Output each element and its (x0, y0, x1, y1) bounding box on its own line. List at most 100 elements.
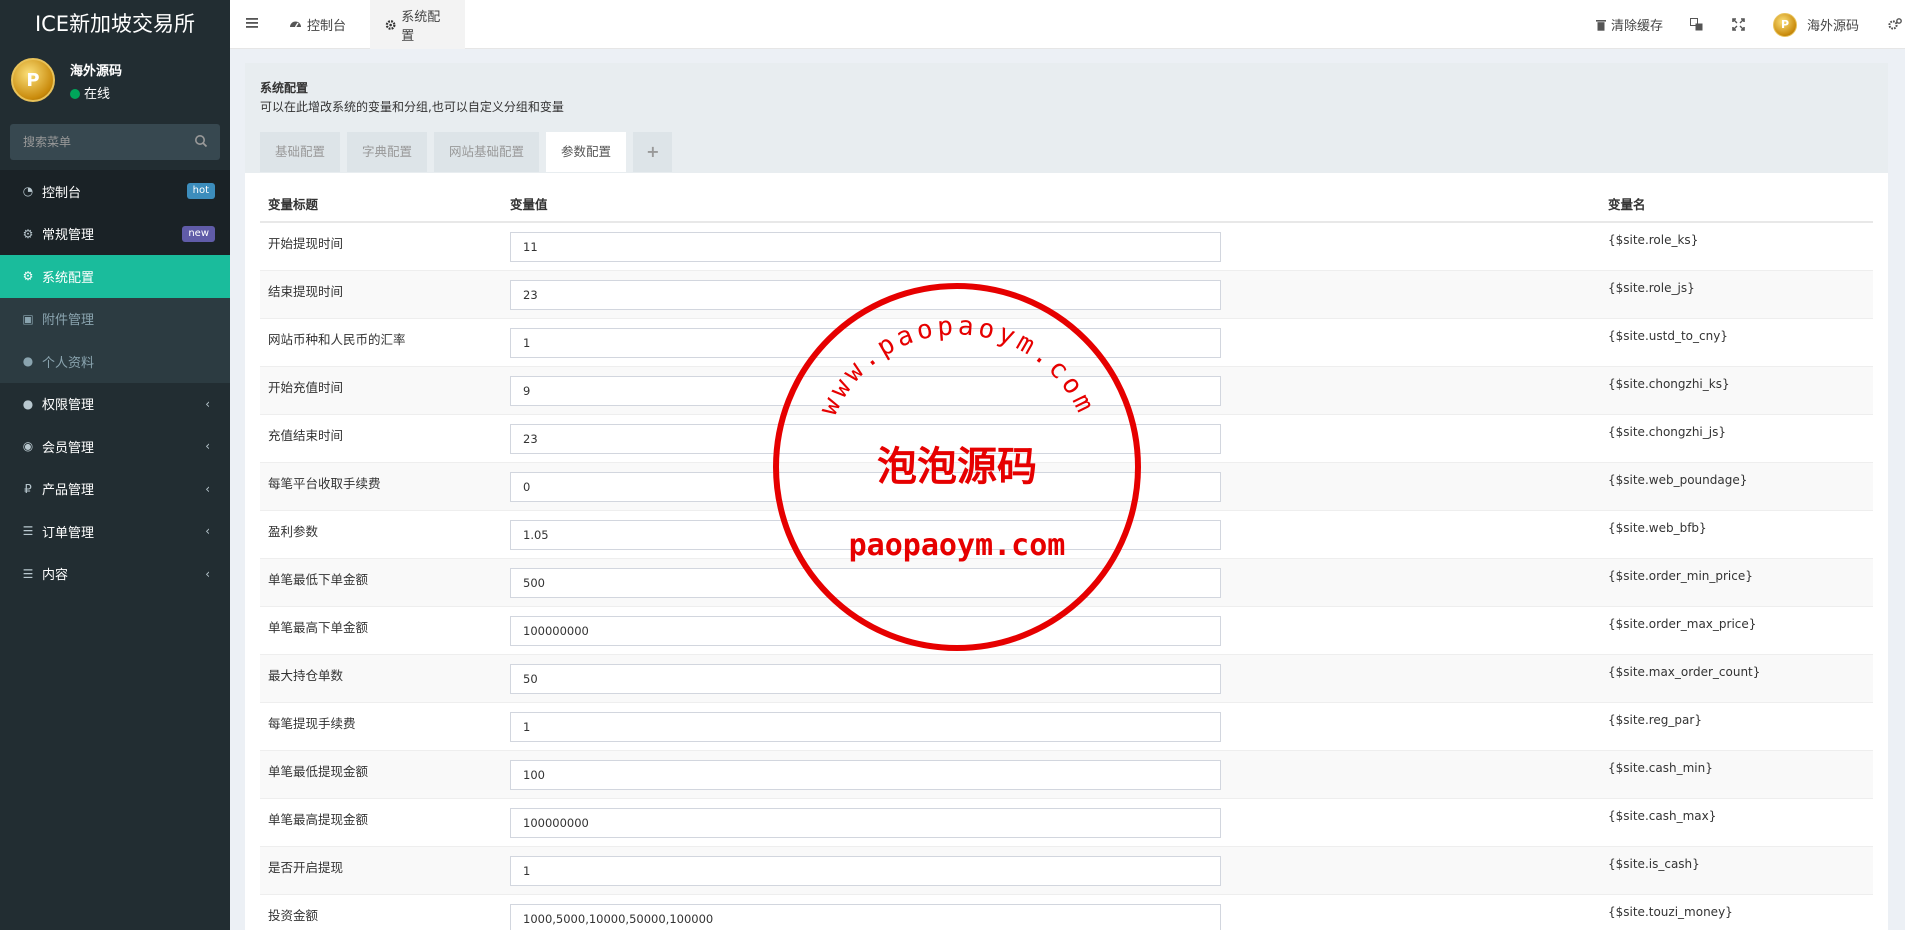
variable-key: {$site.order_max_price} (1600, 605, 1873, 654)
variable-key: {$site.cash_min} (1600, 749, 1873, 798)
variable-title: 是否开启提现 (260, 845, 502, 894)
variable-key: {$site.role_js} (1600, 269, 1873, 318)
hot-badge: hot (186, 183, 215, 199)
variable-value-input[interactable] (510, 375, 1221, 406)
panel-title: 系统配置 (260, 81, 309, 95)
variable-value-cell (502, 365, 1600, 414)
menu-search (10, 124, 220, 160)
sidebar-item-members[interactable]: ◉ 会员管理 ‹ (0, 425, 230, 468)
user-status: 在线 (70, 83, 110, 102)
table-row: 单笔最低下单金额 {$site.order_min_price} (260, 557, 1873, 606)
variable-value-cell (502, 605, 1600, 654)
sidebar-item-dashboard[interactable]: ◔ 控制台 hot (0, 170, 230, 213)
chevron-left-icon: ‹ (205, 439, 210, 453)
variable-title: 单笔最低提现金额 (260, 749, 502, 798)
variable-value-input[interactable] (510, 327, 1221, 358)
variable-value-input[interactable] (510, 807, 1221, 838)
sidebar-item-content[interactable]: ☰ 内容 ‹ (0, 553, 230, 596)
variable-value-input[interactable] (510, 279, 1221, 310)
variable-title: 充值结束时间 (260, 413, 502, 462)
top-navbar: 控制台 系统配置 清除缓存 P 海外源码 (230, 0, 1905, 49)
list-icon: ☰ (22, 524, 34, 539)
variable-title: 最大持仓单数 (260, 653, 502, 702)
variable-key: {$site.is_cash} (1600, 845, 1873, 894)
sidebar-item-label: 会员管理 (42, 440, 95, 456)
tab-param-config[interactable]: 参数配置 (546, 132, 627, 172)
config-panel: 系统配置 可以在此增改系统的变量和分组,也可以自定义分组和变量 基础配置 字典配… (245, 63, 1888, 930)
menu-search-input[interactable] (10, 124, 180, 160)
variable-value-cell (502, 221, 1600, 270)
settings-button[interactable] (1888, 0, 1905, 49)
sidebar-item-label: 个人资料 (42, 355, 95, 371)
chevron-left-icon: ‹ (205, 481, 210, 496)
variable-value-input[interactable] (510, 519, 1221, 550)
variable-value-cell (502, 413, 1600, 462)
image-icon: ▣ (22, 311, 34, 326)
variable-value-cell (502, 509, 1600, 558)
variable-value-input[interactable] (510, 471, 1221, 502)
variable-value-input[interactable] (510, 903, 1221, 930)
variable-key: {$site.touzi_money} (1600, 893, 1873, 930)
language-icon (1690, 18, 1703, 31)
sidebar: ICE新加坡交易所 P 海外源码 在线 ◔ 控制台 hot ⚙ 常规管理 new… (0, 0, 230, 930)
menu-toggle-icon[interactable] (246, 17, 258, 29)
avatar: P (1773, 12, 1797, 37)
add-tab-button[interactable]: + (633, 132, 673, 172)
table-row: 单笔最高提现金额 {$site.cash_max} (260, 797, 1873, 846)
variable-value-input[interactable] (510, 567, 1221, 598)
variable-value-input[interactable] (510, 615, 1221, 646)
tab-site-config[interactable]: 网站基础配置 (434, 132, 540, 172)
variable-value-cell (502, 701, 1600, 750)
user-menu[interactable]: P 海外源码 (1773, 0, 1859, 49)
variable-value-input[interactable] (510, 232, 1221, 262)
sidebar-item-label: 内容 (42, 568, 69, 584)
cogs-icon: ⚙ (22, 226, 34, 241)
table-row: 盈利参数 {$site.web_bfb} (260, 509, 1873, 558)
table-row: 每笔平台收取手续费 {$site.web_poundage} (260, 461, 1873, 510)
gear-icon (385, 19, 396, 30)
variable-title: 单笔最高下单金额 (260, 605, 502, 654)
app-logo-title[interactable]: ICE新加坡交易所 (0, 0, 230, 49)
sidebar-item-attachments[interactable]: ▣ 附件管理 (0, 297, 230, 340)
sidebar-item-general[interactable]: ⚙ 常规管理 new (0, 212, 230, 255)
sidebar-item-profile[interactable]: ● 个人资料 (0, 340, 230, 383)
config-table: 变量标题 变量值 变量名 开始提现时间{$site.role_ks}结束提现时间… (260, 185, 1873, 930)
sidebar-item-label: 附件管理 (42, 313, 95, 329)
fullscreen-button[interactable] (1732, 0, 1750, 49)
sidebar-item-orders[interactable]: ☰ 订单管理 ‹ (0, 510, 230, 553)
variable-value-input[interactable] (510, 663, 1221, 694)
table-row: 单笔最高下单金额 {$site.order_max_price} (260, 605, 1873, 654)
variable-value-cell (502, 893, 1600, 930)
table-header-row: 变量标题 变量值 变量名 (260, 185, 1873, 223)
variable-value-input[interactable] (510, 855, 1221, 886)
panel-heading: 系统配置 可以在此增改系统的变量和分组,也可以自定义分组和变量 基础配置 字典配… (245, 63, 1888, 173)
variable-value-input[interactable] (510, 759, 1221, 790)
sidebar-item-permissions[interactable]: ● 权限管理 ‹ (0, 383, 230, 426)
tab-system-config[interactable]: 系统配置 (370, 0, 465, 49)
tab-label: 控制台 (307, 19, 347, 34)
tab-dict-config[interactable]: 字典配置 (347, 132, 428, 172)
tab-dashboard[interactable]: 控制台 (274, 0, 361, 49)
search-icon[interactable] (194, 134, 208, 148)
translate-button[interactable] (1690, 0, 1708, 49)
table-row: 是否开启提现 {$site.is_cash} (260, 845, 1873, 894)
variable-value-cell (502, 317, 1600, 366)
gear-icon: ⚙ (22, 269, 34, 284)
variable-title: 开始提现时间 (260, 221, 502, 270)
chevron-left-icon: ‹ (205, 566, 210, 581)
variable-value-input[interactable] (510, 711, 1221, 742)
sidebar-item-label: 订单管理 (42, 525, 95, 541)
variable-value-input[interactable] (510, 423, 1221, 454)
variable-title: 结束提现时间 (260, 269, 502, 318)
column-header-title: 变量标题 (260, 185, 502, 223)
variable-key: {$site.cash_max} (1600, 797, 1873, 846)
table-row: 开始充值时间 {$site.chongzhi_ks} (260, 365, 1873, 414)
tab-basic-config[interactable]: 基础配置 (260, 132, 341, 172)
dashboard-icon (290, 21, 301, 28)
group-icon: ● (22, 396, 34, 411)
sidebar-item-system-config[interactable]: ⚙ 系统配置 (0, 255, 230, 298)
sidebar-item-products[interactable]: ₽ 产品管理 ‹ (0, 468, 230, 511)
table-row: 充值结束时间 {$site.chongzhi_js} (260, 413, 1873, 462)
clear-cache-button[interactable]: 清除缓存 (1596, 0, 1663, 49)
table-row: 单笔最低提现金额 {$site.cash_min} (260, 749, 1873, 798)
